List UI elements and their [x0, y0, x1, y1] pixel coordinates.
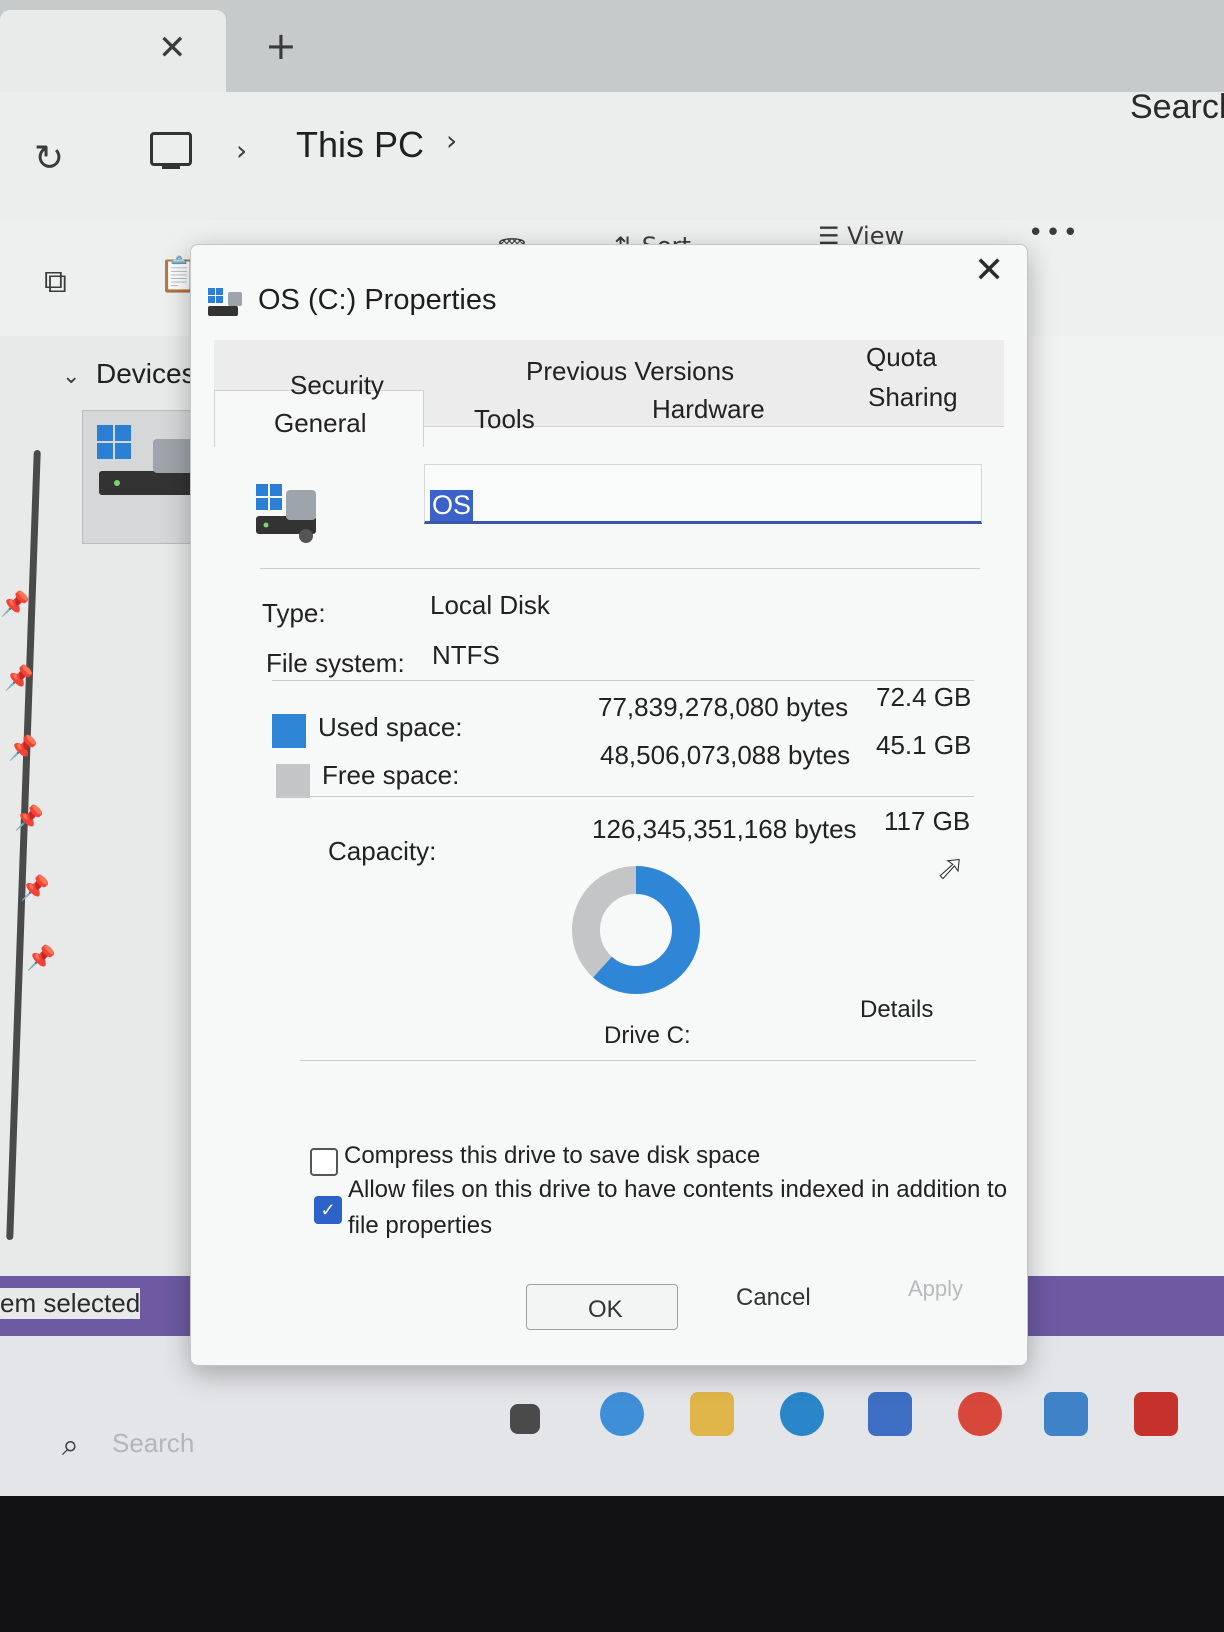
file-explorer-icon[interactable] — [690, 1392, 734, 1436]
this-pc-icon[interactable] — [150, 132, 192, 169]
refresh-icon[interactable]: ↻ — [34, 138, 64, 179]
drive-c-label: Drive C: — [604, 1022, 691, 1049]
mouse-cursor-icon: ➚ — [936, 849, 965, 888]
free-space-swatch — [276, 764, 310, 798]
mail-icon[interactable] — [1044, 1392, 1088, 1436]
divider — [280, 796, 974, 797]
tab-sharing[interactable]: Sharing — [868, 382, 958, 413]
acrobat-icon[interactable] — [1134, 1392, 1178, 1436]
dialog-title: OS (C:) Properties — [258, 284, 497, 316]
disk-usage-donut — [572, 866, 700, 994]
tab-hardware[interactable]: Hardware — [652, 394, 765, 425]
tab-tools[interactable]: Tools — [474, 404, 535, 435]
type-label: Type: — [262, 598, 326, 628]
active-tab[interactable] — [0, 10, 226, 92]
search-icon[interactable]: ⌕ — [62, 1428, 79, 1463]
chevron-down-icon[interactable]: ⌄ — [62, 364, 80, 389]
new-tab-icon[interactable]: + — [265, 24, 297, 68]
divider — [300, 1060, 976, 1061]
chrome-icon[interactable] — [958, 1392, 1002, 1436]
free-space-bytes: 48,506,073,088 bytes — [600, 740, 851, 770]
used-space-swatch — [272, 714, 306, 748]
pin-icon: 📌 — [26, 944, 56, 972]
drive-name-input[interactable] — [424, 464, 982, 524]
index-label-line2[interactable]: file properties — [348, 1212, 492, 1240]
index-checkbox[interactable]: ✓ — [314, 1196, 342, 1224]
compress-checkbox[interactable] — [310, 1148, 338, 1176]
tab-general[interactable]: General — [274, 408, 367, 439]
file-system-value: NTFS — [432, 640, 500, 670]
pin-icon: 📌 — [14, 804, 44, 832]
tab-previous-versions[interactable]: Previous Versions — [526, 356, 734, 387]
capacity-gb: 117 GB — [884, 806, 971, 836]
copy-icon[interactable]: ⧉ — [44, 262, 67, 301]
taskbar-search-input[interactable]: Search — [112, 1428, 194, 1459]
browser-icon[interactable] — [780, 1392, 824, 1436]
screen-bezel — [0, 1496, 1224, 1632]
tab-security[interactable]: Security — [290, 370, 384, 401]
more-options-icon[interactable]: ••• — [1028, 218, 1080, 248]
file-system-label: File system: — [266, 648, 405, 678]
pin-icon: 📌 — [4, 664, 34, 692]
store-icon[interactable] — [868, 1392, 912, 1436]
type-value: Local Disk — [430, 590, 550, 620]
used-space-gb: 72.4 GB — [876, 682, 972, 712]
used-space-label: Used space: — [318, 712, 463, 742]
chevron-right-icon[interactable]: › — [236, 134, 247, 167]
edge-icon[interactable] — [600, 1392, 644, 1436]
drive-c-large-icon — [256, 484, 316, 543]
drive-icon — [208, 288, 242, 316]
devices-section-label[interactable]: Devices — [96, 358, 196, 390]
drive-name-value[interactable]: OS — [430, 490, 474, 521]
capacity-label: Capacity: — [328, 836, 437, 866]
tab-quota[interactable]: Quota — [866, 342, 937, 373]
apply-button[interactable]: Apply — [908, 1276, 963, 1302]
compress-label[interactable]: Compress this drive to save disk space — [344, 1142, 760, 1170]
details-button[interactable]: Details — [860, 996, 933, 1024]
divider — [272, 680, 974, 681]
taskbar-app-icon[interactable] — [510, 1404, 540, 1434]
pin-icon: 📌 — [20, 874, 50, 902]
free-space-gb: 45.1 GB — [876, 730, 972, 760]
divider — [260, 568, 980, 569]
capacity-bytes: 126,345,351,168 bytes — [592, 814, 857, 844]
breadcrumb-this-pc[interactable]: This PC — [296, 124, 424, 166]
close-icon[interactable]: ✕ — [974, 250, 1004, 291]
used-space-bytes: 77,839,278,080 bytes — [598, 692, 849, 722]
index-label-line1[interactable]: Allow files on this drive to have conten… — [348, 1176, 1007, 1204]
free-space-label: Free space: — [322, 760, 460, 790]
pin-icon: 📌 — [8, 734, 38, 762]
close-tab-icon[interactable]: ✕ — [158, 28, 187, 68]
items-selected-text: em selected — [0, 1288, 141, 1319]
cancel-button[interactable]: Cancel — [736, 1284, 811, 1312]
search-input[interactable]: Search — [1130, 88, 1224, 127]
pin-icon: 📌 — [0, 590, 30, 618]
ok-label[interactable]: OK — [588, 1296, 623, 1324]
chevron-right-icon[interactable]: › — [446, 124, 457, 157]
